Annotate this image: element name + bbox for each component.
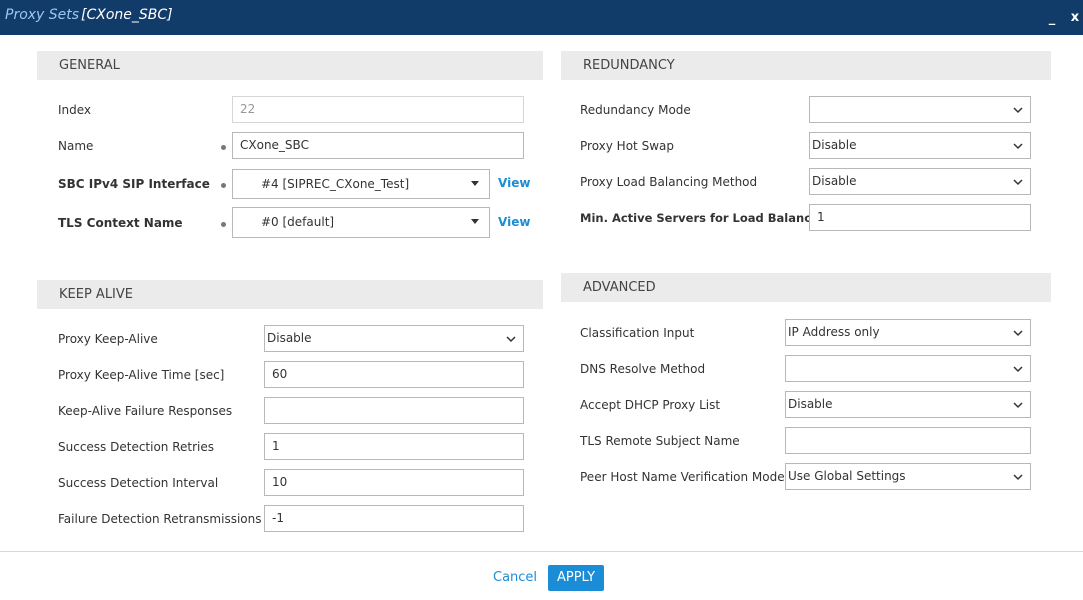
sip-interface-select[interactable]: #4 [SIPREC_CXone_Test] <box>232 169 490 199</box>
classification-input-label: Classification Input <box>580 326 695 340</box>
chevron-down-icon <box>1013 366 1023 373</box>
name-input[interactable]: CXone_SBC <box>232 132 524 159</box>
chevron-down-icon <box>1013 330 1023 337</box>
window-title-name: [CXone_SBC] <box>81 7 173 23</box>
section-redundancy-heading: REDUNDANCY <box>561 51 1051 80</box>
redundancy-mode-label: Redundancy Mode <box>580 103 691 117</box>
accept-dhcp-label: Accept DHCP Proxy List <box>580 398 721 412</box>
sip-interface-view-link[interactable]: View <box>498 173 530 193</box>
proxy-keepalive-value: Disable <box>267 331 312 345</box>
chevron-down-icon <box>1013 179 1023 186</box>
chevron-down-icon <box>1013 143 1023 150</box>
failure-retrans-label: Failure Detection Retransmissions <box>58 512 262 526</box>
accept-dhcp-select[interactable]: Disable <box>785 391 1031 418</box>
redundancy-mode-select[interactable] <box>809 96 1031 123</box>
failure-retrans-input[interactable]: -1 <box>264 505 524 532</box>
tls-remote-subject-input[interactable] <box>785 427 1031 454</box>
close-button[interactable]: x <box>1069 10 1081 25</box>
proxy-hot-swap-value: Disable <box>812 138 857 152</box>
success-retries-input[interactable]: 1 <box>264 433 524 460</box>
success-interval-label: Success Detection Interval <box>58 476 219 490</box>
chevron-down-icon <box>506 336 516 343</box>
window-title-prefix: Proxy Sets <box>5 7 80 23</box>
required-dot <box>221 183 226 188</box>
section-advanced-heading: ADVANCED <box>561 273 1051 302</box>
triangle-down-icon <box>471 181 479 186</box>
keepalive-time-label: Proxy Keep-Alive Time [sec] <box>58 368 225 382</box>
section-keepalive-heading: KEEP ALIVE <box>37 280 543 309</box>
chevron-down-icon <box>1013 402 1023 409</box>
title-bar: Proxy Sets [CXone_SBC] _ x <box>0 0 1083 35</box>
proxy-hot-swap-select[interactable]: Disable <box>809 132 1031 159</box>
chevron-down-icon <box>1013 474 1023 481</box>
apply-button[interactable]: APPLY <box>548 565 604 591</box>
proxy-keepalive-select[interactable]: Disable <box>264 325 524 352</box>
load-balancing-value: Disable <box>812 174 857 188</box>
failure-responses-input[interactable] <box>264 397 524 424</box>
proxy-hot-swap-label: Proxy Hot Swap <box>580 139 674 153</box>
tls-context-value: #0 [default] <box>261 215 335 229</box>
minimize-button[interactable]: _ <box>1046 11 1058 26</box>
peer-host-verify-label: Peer Host Name Verification Mode <box>580 470 785 484</box>
success-retries-label: Success Detection Retries <box>58 440 215 454</box>
keepalive-time-input[interactable]: 60 <box>264 361 524 388</box>
cancel-button[interactable]: Cancel <box>493 568 537 588</box>
load-balancing-select[interactable]: Disable <box>809 168 1031 195</box>
dns-resolve-label: DNS Resolve Method <box>580 362 706 376</box>
tls-context-view-link[interactable]: View <box>498 212 530 232</box>
section-general-heading: GENERAL <box>37 51 543 80</box>
load-balancing-label: Proxy Load Balancing Method <box>580 175 758 189</box>
failure-responses-label: Keep-Alive Failure Responses <box>58 404 233 418</box>
classification-input-value: IP Address only <box>788 325 880 339</box>
triangle-down-icon <box>471 219 479 224</box>
classification-input-select[interactable]: IP Address only <box>785 319 1031 346</box>
tls-remote-subject-label: TLS Remote Subject Name <box>580 434 740 448</box>
required-dot <box>221 145 226 150</box>
min-active-servers-label: Min. Active Servers for Load Balancing <box>580 211 832 225</box>
success-interval-input[interactable]: 10 <box>264 469 524 496</box>
required-dot <box>221 222 226 227</box>
index-field: 22 <box>232 96 524 123</box>
footer-divider <box>0 551 1083 552</box>
sip-interface-label: SBC IPv4 SIP Interface <box>58 177 210 191</box>
proxy-keepalive-label: Proxy Keep-Alive <box>58 332 158 346</box>
index-label: Index <box>58 103 92 117</box>
chevron-down-icon <box>1013 107 1023 114</box>
dns-resolve-select[interactable] <box>785 355 1031 382</box>
peer-host-verify-select[interactable]: Use Global Settings <box>785 463 1031 490</box>
min-active-servers-input[interactable]: 1 <box>809 204 1031 231</box>
sip-interface-value: #4 [SIPREC_CXone_Test] <box>261 177 410 191</box>
accept-dhcp-value: Disable <box>788 397 833 411</box>
tls-context-label: TLS Context Name <box>58 216 183 230</box>
name-label: Name <box>58 139 94 153</box>
tls-context-select[interactable]: #0 [default] <box>232 207 490 238</box>
peer-host-verify-value: Use Global Settings <box>788 469 906 483</box>
